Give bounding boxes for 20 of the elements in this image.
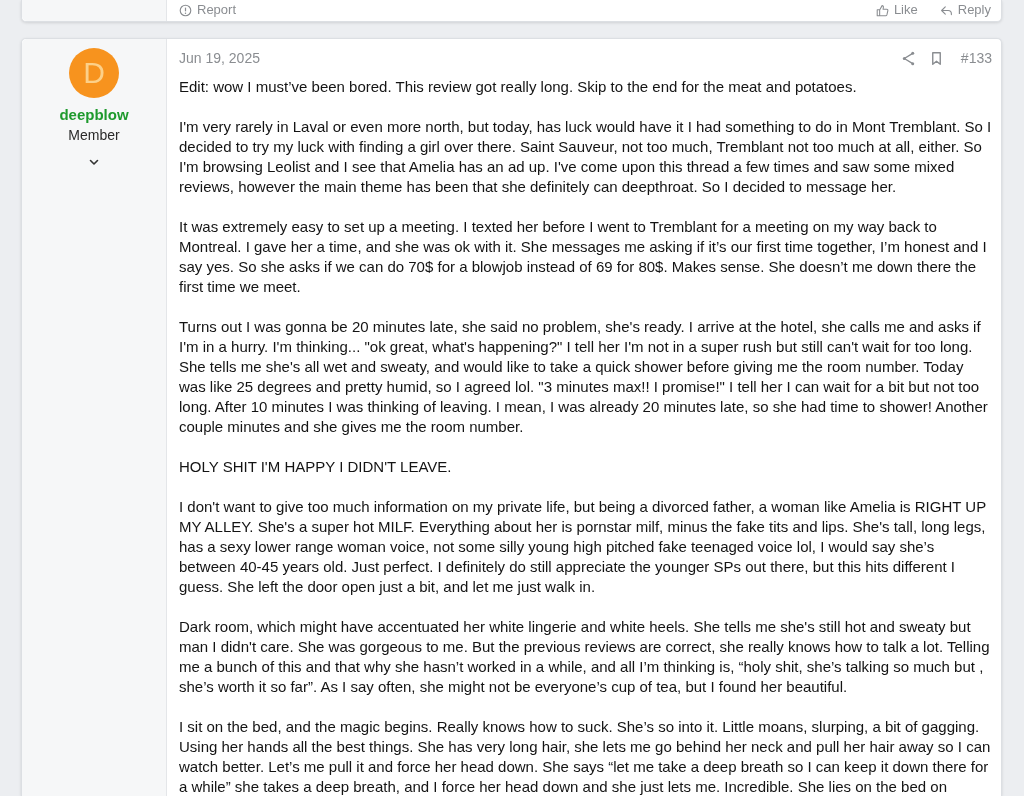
chevron-down-icon[interactable] [89, 159, 99, 166]
post-paragraph: I sit on the bed, and the magic begins. Really knows how to suck. She’s so into it. Little moans, slurping, a bit of gagging. Using her hands all the best things. She has very long hair, she lets me go behind her neck and pull her hair away so I can watch better. Let’s me pull it and force her head down. She says “let me take a deep breath so I can keep it down there for a while” she takes a deep breath, and I force her head down and she just lets me. Incredible. She lies on the bed on [179, 717, 992, 796]
user-role: Member [68, 126, 120, 145]
post-paragraph: It was extremely easy to set up a meeting. I texted her before I went to Tremblant for a meeting on my way back to Montreal. I gave her a time, and she was ok with it. She messages me asking if it’s our first time together, I’m honest and I say yes. So she asks if we can do 70$ for a blowjob instead of 69 for 80$. Makes sense. She doesn’t me down there the first time we meet. [179, 217, 988, 297]
post-paragraph: Edit: wow I must’ve been bored. This review got really long. Skip to the end for the meat and potatoes. [179, 77, 858, 97]
alert-icon [179, 3, 192, 17]
report-link[interactable]: Report [179, 2, 237, 18]
post-number-link[interactable]: #133 [960, 50, 992, 66]
reply-arrow-icon [939, 3, 953, 17]
reply-link[interactable]: Reply [939, 2, 991, 18]
post-paragraph: Dark room, which might have accentuated her white lingerie and white heels. She tells me she's still hot and sweaty but man I didn't care. She was gorgeous to me. But the previous reviews are correct, she really knows how to talk a lot. Telling me a bunch of this and that why she hasn’t worked in a while, and all I’m thinking is, “holy shit, she’s talking so much but , she’s worth it so far”. As I say often, she might not be everyone’s cup of tea, but I found her beautiful. [179, 617, 991, 697]
post-date[interactable]: Jun 19, 2025 [179, 50, 260, 66]
post-paragraph: HOLY SHIT I'M HAPPY I DIDN'T LEAVE. [179, 457, 453, 477]
post-paragraph: Turns out I was gonna be 20 minutes late, she said no problem, she's ready. I arrive at the hotel, she calls me and asks if I'm in a hurry. I'm thinking... "ok great, what's happening?" I tell her I'm not in a super rush but still can't wait for too long. She tells me she's all wet and sweaty, and would like to take a quick shower before giving me the room number. Today was like 25 degrees and pretty humid, so I agreed lol. "3 minutes max!! I promise!" I tell her I can wait for a bit but not too long. After 10 minutes I was thinking of leaving. I mean, I was already 20 minutes late, so she had time to shower! Another couple minutes and she gives me the room number. [179, 317, 989, 437]
post-paragraph: I'm very rarely in Laval or even more north, but today, has luck would have it I had something to do in Mont Tremblant. So I decided to try my luck with finding a girl over there. Saint Sauveur, not too much, Tremblant not too much at all, either. So I'm browsing Leolist and I see that Amelia has an ad up. I've come upon this thread a few times and saw some mixed reviews, however the main theme has been that she definitely can deepthroat. So I decided to message her. [179, 117, 992, 197]
like-link[interactable]: Like [875, 2, 918, 18]
share-icon[interactable] [900, 50, 916, 66]
thumbs-up-icon [875, 3, 889, 17]
post-paragraph: I don't want to give too much information on my private life, but being a divorced father, a woman like Amelia is RIGHT UP MY ALLEY. She's a super hot MILF. Everything about her is pornstar milf, minus the fake tits and lips. She's tall, long legs, has a sexy lower range woman voice, not some silly young high pitched fake teenaged voice lol, I would say she’s between 40-45 years old. Just perfect. I definitely do still appreciate the younger SPs out there, but this hits different I guess. She left the door open just a bit, and let me just walk in. [179, 497, 987, 597]
username[interactable]: deepblow [59, 105, 129, 125]
